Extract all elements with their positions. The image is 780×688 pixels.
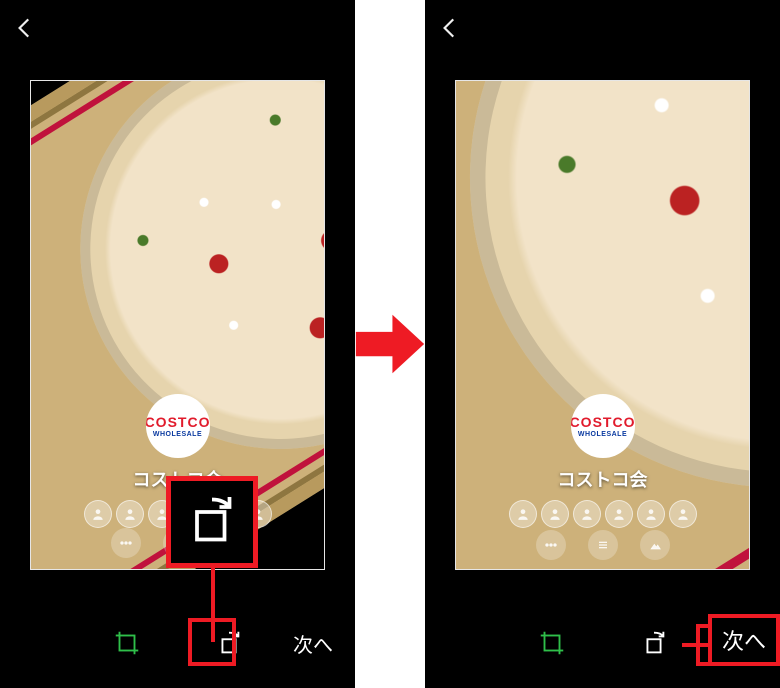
chat-icon[interactable] (536, 530, 566, 560)
back-icon[interactable] (12, 15, 38, 41)
member-icon (573, 500, 601, 528)
member-avatars (509, 500, 697, 528)
overlay-action-chips (536, 530, 670, 560)
phone-screen-after: COSTCO WHOLESALE コストコ会 (425, 0, 780, 688)
image-icon[interactable] (640, 530, 670, 560)
brand-line1: COSTCO (146, 415, 210, 429)
community-avatar: COSTCO WHOLESALE (146, 394, 210, 458)
back-icon[interactable] (437, 15, 463, 41)
community-overlay: COSTCO WHOLESALE コストコ会 (509, 394, 697, 528)
brand-line2: WHOLESALE (578, 431, 627, 438)
member-icon (509, 500, 537, 528)
brand-line1: COSTCO (571, 415, 635, 429)
member-icon (116, 500, 144, 528)
member-icon (541, 500, 569, 528)
brand-line2: WHOLESALE (153, 431, 202, 438)
annotation-callout-next: 次へ (708, 614, 780, 666)
top-bar (425, 0, 780, 56)
community-avatar: COSTCO WHOLESALE (571, 394, 635, 458)
list-icon[interactable] (588, 530, 618, 560)
member-icon (605, 500, 633, 528)
transition-arrow-icon (351, 305, 429, 383)
rotate-button[interactable] (208, 622, 250, 664)
annotation-connector (682, 643, 710, 647)
rotate-button-zoomed (166, 476, 258, 568)
community-name: コストコ会 (558, 466, 648, 492)
next-button[interactable]: 次へ (293, 629, 333, 658)
bottom-toolbar: 次へ (0, 598, 355, 688)
member-icon (84, 500, 112, 528)
phone-screen-before: TAKE & BAKE ROUND PIZZA & TAKE BAKE COST… (0, 0, 355, 688)
member-icon (637, 500, 665, 528)
rotate-button[interactable] (633, 622, 675, 664)
member-icon (669, 500, 697, 528)
crop-button[interactable] (106, 622, 148, 664)
box-text-side: & TAKE BAKE (30, 445, 38, 570)
crop-button[interactable] (531, 622, 573, 664)
chat-icon[interactable] (111, 528, 141, 558)
top-bar (0, 0, 355, 56)
